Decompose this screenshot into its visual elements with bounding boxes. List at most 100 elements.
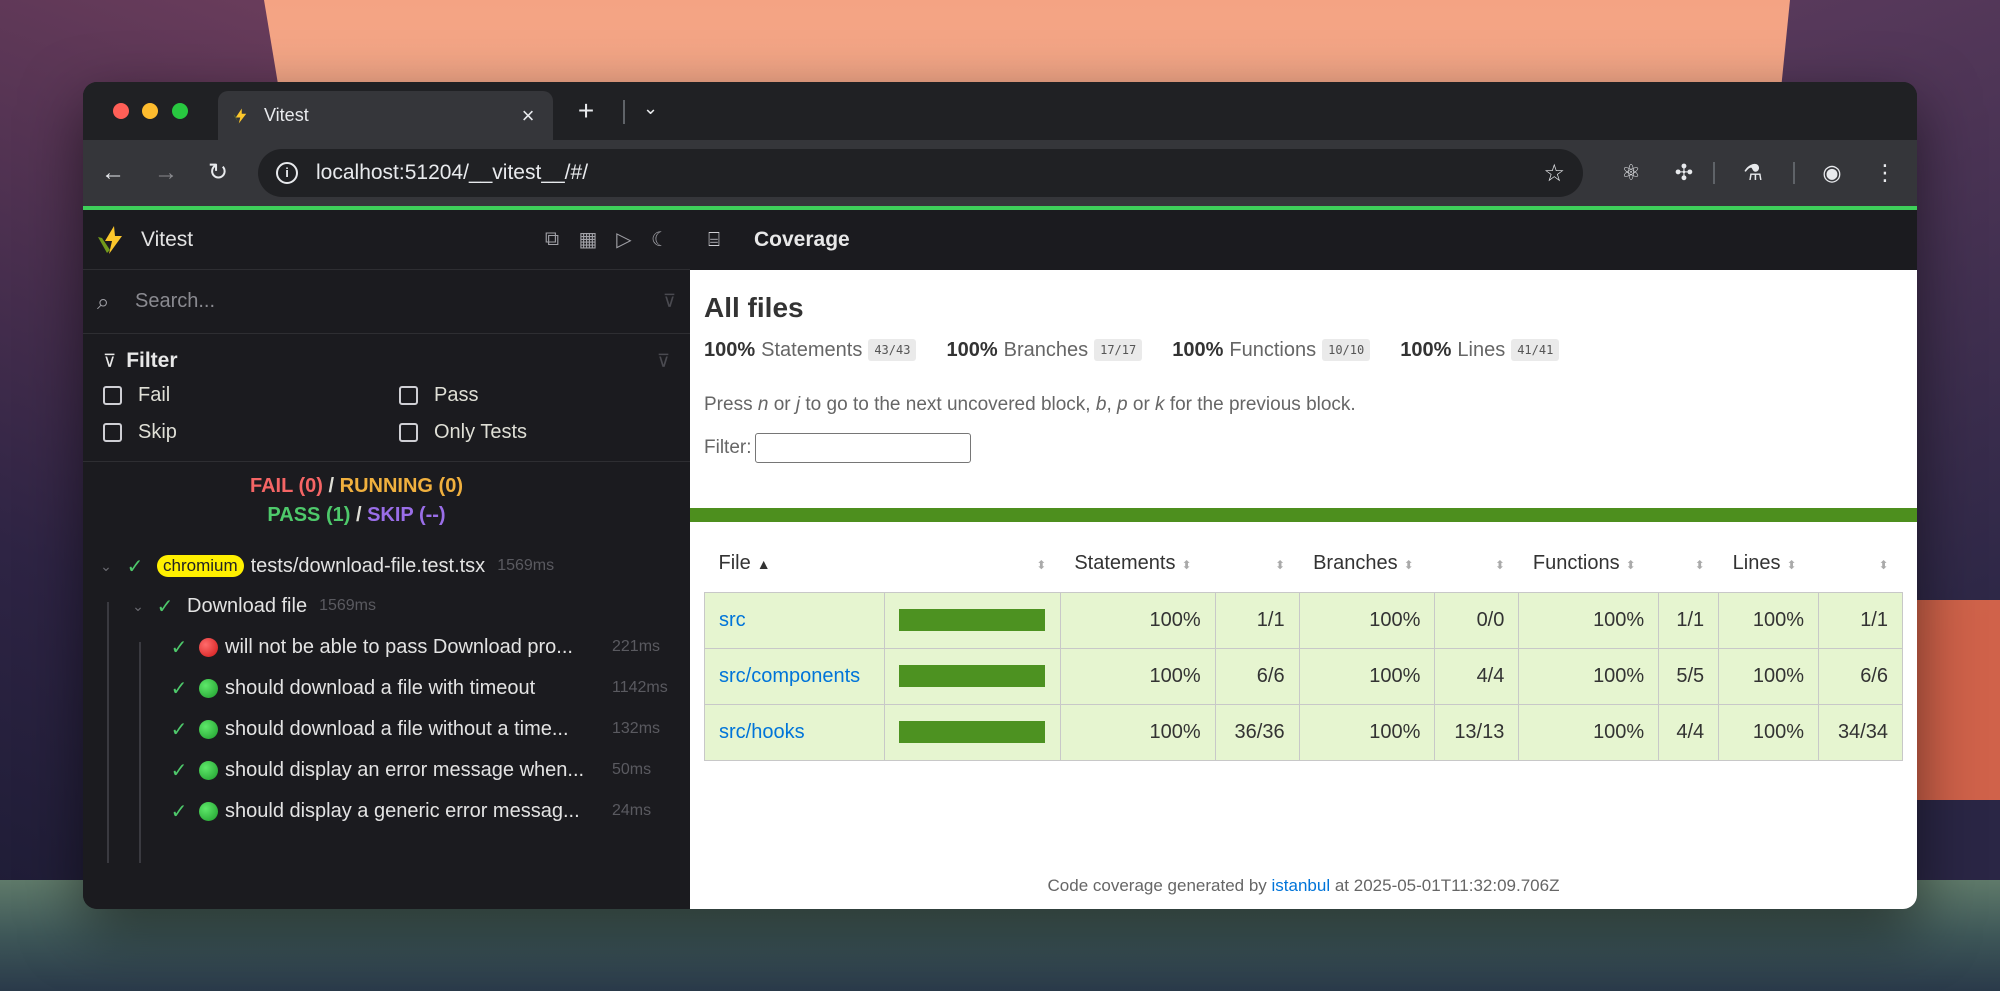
- test-case-row[interactable]: ✓ should display a generic error messag.…: [83, 791, 690, 831]
- col-file[interactable]: File ▲: [705, 536, 885, 592]
- test-duration: 50ms: [612, 761, 652, 778]
- filter-only-tests-label: Only Tests: [434, 421, 527, 443]
- filter-skip-checkbox[interactable]: Skip: [103, 421, 399, 444]
- col-functions[interactable]: Functions ⬍: [1519, 536, 1659, 592]
- col-branches[interactable]: Branches ⬍: [1299, 536, 1435, 592]
- checkbox-icon[interactable]: [399, 386, 418, 405]
- col-lines-raw[interactable]: ⬍: [1819, 536, 1903, 592]
- coverage-header: ⌸ Coverage: [690, 210, 1917, 270]
- clear-filters-icon[interactable]: ⊽: [657, 351, 670, 372]
- filter-heading: ⊽ Filter ⊽: [103, 346, 670, 376]
- test-duration: 1142ms: [612, 679, 668, 696]
- chevron-down-icon[interactable]: ⌄: [129, 598, 147, 615]
- test-file-name: tests/download-file.test.tsx: [250, 554, 486, 577]
- checkbox-icon[interactable]: [103, 386, 122, 405]
- col-branches-raw[interactable]: ⬍: [1435, 536, 1519, 592]
- minimize-window-button[interactable]: [142, 103, 158, 119]
- test-file-row[interactable]: ⌄ ✓ chromium tests/download-file.test.ts…: [83, 546, 690, 586]
- filter-fail-checkbox[interactable]: Fail: [103, 384, 399, 407]
- sort-icon[interactable]: ⬍: [1695, 558, 1705, 572]
- file-cell: src/hooks: [704, 703, 885, 761]
- sort-icon[interactable]: ⬍: [1878, 558, 1888, 572]
- close-window-button[interactable]: [113, 103, 129, 119]
- col-statements-raw[interactable]: ⬍: [1215, 536, 1299, 592]
- maximize-window-button[interactable]: [172, 103, 188, 119]
- address-bar[interactable]: i localhost:51204/__vitest__/#/ ☆: [258, 149, 1583, 197]
- tab-search-chevron-icon[interactable]: ⌄: [643, 98, 658, 119]
- collapse-all-icon[interactable]: ⧉: [534, 228, 570, 251]
- search-input[interactable]: [135, 290, 663, 313]
- table-row: src/components 100% 6/6 100% 4/4 100% 5/…: [704, 647, 1903, 705]
- sort-icon[interactable]: ⬍: [1495, 558, 1505, 572]
- search-bar: ⌕ ⊽: [83, 270, 690, 334]
- test-duration: 221ms: [612, 638, 661, 655]
- branches-raw: 13/13: [1434, 703, 1520, 761]
- test-suite-row[interactable]: ⌄ ✓ Download file 1569ms: [83, 586, 690, 626]
- col-functions-raw[interactable]: ⬍: [1659, 536, 1719, 592]
- site-info-icon[interactable]: i: [276, 162, 298, 184]
- sort-icon[interactable]: ⬍: [1036, 558, 1046, 572]
- coverage-summary: All files 100% Statements 43/43 100% Bra…: [704, 270, 1903, 463]
- bookmark-star-icon[interactable]: ☆: [1543, 159, 1565, 188]
- labs-flask-icon[interactable]: ⚗: [1738, 158, 1768, 188]
- sort-icon[interactable]: ⬍: [1275, 558, 1285, 572]
- dark-mode-moon-icon[interactable]: ☾: [642, 227, 678, 252]
- running-count: RUNNING (0): [339, 475, 463, 497]
- search-icon: ⌕: [97, 288, 110, 314]
- statements-pct: 100%: [1059, 591, 1216, 649]
- tab-vitest[interactable]: Vitest ×: [218, 91, 553, 140]
- reload-icon[interactable]: ↻: [203, 158, 233, 188]
- test-duration: 132ms: [612, 720, 661, 737]
- file-cell: src: [704, 591, 885, 649]
- url-text[interactable]: localhost:51204/__vitest__/#/: [316, 161, 1543, 185]
- col-lines[interactable]: Lines ⬍: [1719, 536, 1819, 592]
- sort-icon[interactable]: ⬍: [1786, 558, 1796, 572]
- green-circle-icon: [199, 678, 218, 698]
- keyboard-help-text: Press n or j to go to the next uncovered…: [704, 394, 1356, 415]
- test-case-row[interactable]: ✓ should download a file with timeout 11…: [83, 668, 690, 708]
- sort-ascending-icon[interactable]: ▲: [757, 556, 771, 572]
- sort-icon[interactable]: ⬍: [1181, 558, 1191, 572]
- functions-pct: 100%: [1518, 647, 1660, 705]
- checkbox-icon[interactable]: [399, 423, 418, 442]
- dashboard-icon[interactable]: ▦: [570, 227, 606, 252]
- browser-toolbar: ← → ↻ i localhost:51204/__vitest__/#/ ☆ …: [83, 140, 1917, 206]
- profile-avatar-icon[interactable]: ◉: [1817, 158, 1847, 188]
- react-devtools-icon[interactable]: ⚛: [1616, 158, 1646, 188]
- red-circle-icon: [199, 637, 218, 657]
- chevron-down-icon[interactable]: ⌄: [97, 558, 115, 575]
- pass-check-icon: ✓: [170, 800, 188, 823]
- run-all-play-icon[interactable]: ▷: [606, 227, 642, 252]
- functions-raw: 4/4: [1658, 703, 1720, 761]
- test-case-row[interactable]: ✓ will not be able to pass Download pro.…: [83, 627, 690, 667]
- col-statements[interactable]: Statements ⬍: [1060, 536, 1215, 592]
- checkbox-icon[interactable]: [103, 423, 122, 442]
- file-link-src-components[interactable]: src/components: [719, 665, 860, 687]
- test-case-row[interactable]: ✓ should download a file without a time.…: [83, 709, 690, 749]
- file-link-src[interactable]: src: [719, 609, 746, 631]
- sort-icon[interactable]: ⬍: [1626, 558, 1636, 572]
- pass-count: PASS (1): [267, 504, 351, 526]
- close-tab-icon[interactable]: ×: [517, 103, 539, 129]
- tab-separator: [623, 100, 625, 124]
- clear-search-filter-icon[interactable]: ⊽: [663, 291, 676, 312]
- coverage-filter-input[interactable]: [754, 433, 971, 463]
- new-tab-button[interactable]: +: [571, 95, 601, 127]
- more-menu-icon[interactable]: ⋮: [1870, 158, 1900, 188]
- test-name: should display an error message when...: [225, 758, 585, 781]
- table-row: src 100% 1/1 100% 0/0 100% 1/1 100% 1/1: [704, 591, 1903, 649]
- extensions-puzzle-icon[interactable]: ✣: [1669, 158, 1699, 188]
- statements-raw: 6/6: [1214, 647, 1300, 705]
- istanbul-link[interactable]: istanbul: [1272, 876, 1331, 895]
- back-arrow-icon[interactable]: ←: [98, 158, 128, 188]
- file-link-src-hooks[interactable]: src/hooks: [719, 721, 805, 743]
- col-file-bar[interactable]: ⬍: [884, 536, 1060, 592]
- forward-arrow-icon[interactable]: →: [151, 158, 181, 188]
- green-circle-icon: [199, 801, 218, 821]
- skip-count: SKIP (--): [367, 504, 446, 526]
- sort-icon[interactable]: ⬍: [1404, 558, 1414, 572]
- test-case-row[interactable]: ✓ should display an error message when..…: [83, 750, 690, 790]
- lines-raw: 6/6: [1818, 647, 1903, 705]
- filter-pass-checkbox[interactable]: Pass: [399, 384, 695, 407]
- filter-only-tests-checkbox[interactable]: Only Tests: [399, 421, 695, 444]
